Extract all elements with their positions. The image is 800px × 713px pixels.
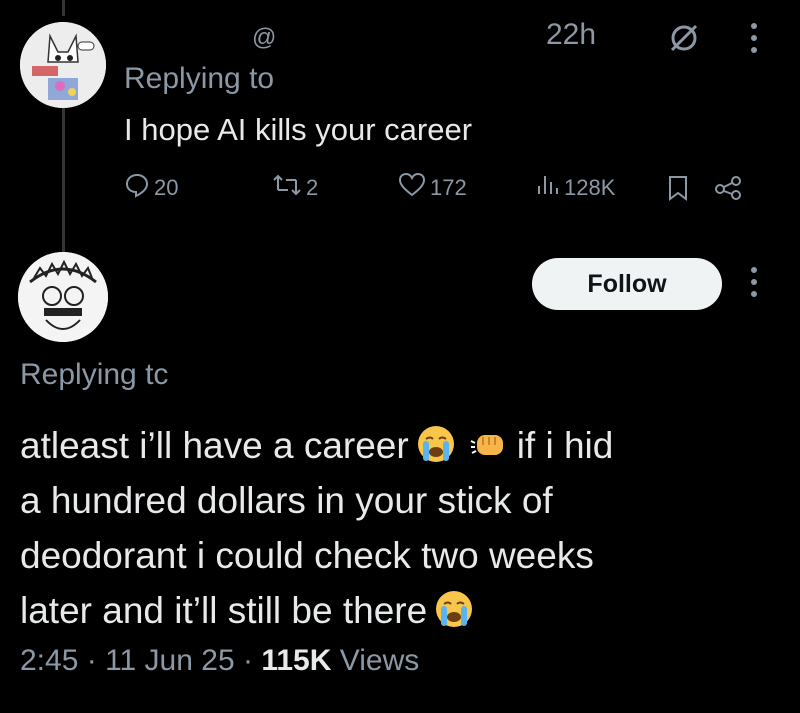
tweet-text: I hope AI kills your career xyxy=(124,112,473,147)
bookmark-icon[interactable] xyxy=(666,168,694,208)
thread-connector xyxy=(62,105,65,255)
tweet-text: atleast i’ll have a career if i hid a hu… xyxy=(20,418,760,638)
tweet-meta: 2:45 · 11 Jun 25 · 115K Views xyxy=(20,644,419,678)
crying-emoji xyxy=(433,588,475,630)
replying-to-label: Replying to xyxy=(124,62,275,95)
reply-count: 20 xyxy=(154,175,179,200)
views-icon xyxy=(536,172,564,204)
more-icon[interactable] xyxy=(746,18,762,58)
views-label: Views xyxy=(339,644,420,677)
views-count: 115K xyxy=(261,644,332,677)
avatar[interactable] xyxy=(18,252,108,342)
tweet-date[interactable]: 11 Jun 25 xyxy=(105,644,235,677)
share-icon[interactable] xyxy=(714,168,748,208)
replying-to-label: Replying tc xyxy=(20,358,169,391)
retweet-button[interactable]: 2 xyxy=(272,168,318,208)
separator-dot: · xyxy=(242,644,253,677)
tweet-text-part: a hundred dollars in your stick of xyxy=(20,480,553,521)
tweet-text-part: if i hid xyxy=(516,425,614,466)
reply-button[interactable]: 20 xyxy=(124,168,178,208)
like-icon xyxy=(398,172,430,204)
crying-emoji xyxy=(415,423,457,465)
separator-dot: · xyxy=(86,644,97,677)
avatar[interactable] xyxy=(20,22,106,108)
tweet-text-part: deodorant i could check two weeks xyxy=(20,535,594,576)
views-button[interactable]: 128K xyxy=(536,168,615,208)
like-count: 172 xyxy=(430,175,467,200)
more-icon[interactable] xyxy=(746,262,762,302)
reply-icon xyxy=(124,172,154,204)
grok-icon[interactable] xyxy=(668,22,700,54)
tweet-time[interactable]: 22h xyxy=(546,18,596,52)
follow-button[interactable]: Follow xyxy=(532,258,722,310)
username-mention[interactable]: @ xyxy=(252,24,276,52)
retweet-count: 2 xyxy=(306,175,319,200)
tweet-thread: @ 22h Replying to I hope AI kills your c… xyxy=(0,0,800,713)
tweet-timestamp[interactable]: 2:45 xyxy=(20,644,78,677)
views-count: 128K xyxy=(564,175,616,200)
tweet-text-part: atleast i’ll have a career xyxy=(20,425,409,466)
thread-connector-top xyxy=(62,0,65,16)
retweet-icon xyxy=(272,172,306,204)
fist-emoji xyxy=(469,423,511,465)
tweet-text-part: later and it’ll still be there xyxy=(20,590,428,631)
like-button[interactable]: 172 xyxy=(398,168,467,208)
tweet-actions: 20 2 172 128K xyxy=(124,168,764,208)
